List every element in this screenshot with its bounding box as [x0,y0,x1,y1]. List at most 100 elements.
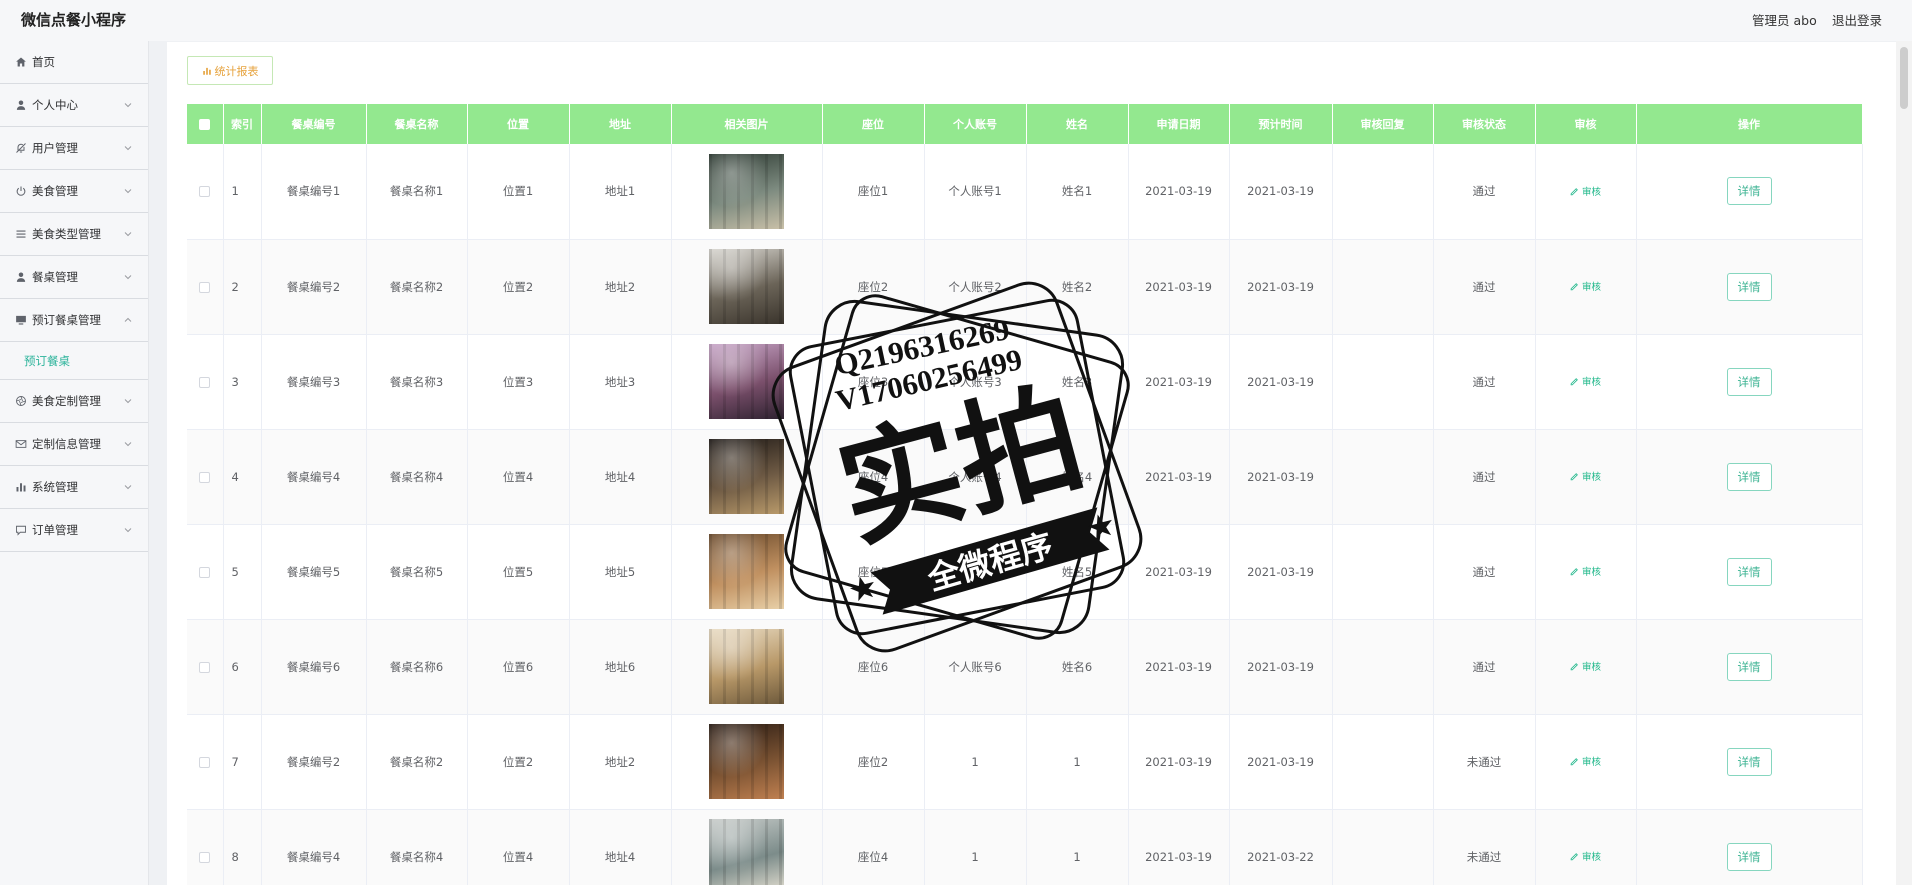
table-cell-name: 1 [1026,809,1129,885]
column-header-apply-date: 申请日期 [1128,104,1230,144]
row-checkbox[interactable] [199,376,211,388]
table-cell-action: 详情 [1636,524,1863,620]
table-cell-position: 位置2 [467,239,570,335]
table-cell-expected-time: 2021-03-19 [1229,144,1333,240]
table-cell-seat: 座位4 [822,809,925,885]
row-checkbox[interactable] [199,756,211,768]
audit-link[interactable]: 审核 [1570,849,1601,863]
table-cell-reply [1332,714,1434,810]
table-cell-table-no: 餐桌编号5 [261,524,367,620]
row-checkbox[interactable] [199,566,211,578]
audit-label: 审核 [1581,377,1601,389]
sidebar-item-food-custom-management[interactable]: 美食定制管理 [0,380,148,423]
detail-button[interactable]: 详情 [1726,652,1772,681]
row-checkbox[interactable] [199,851,211,863]
audit-label: 审核 [1581,282,1601,294]
sidebar-item-personal-center[interactable]: 个人中心 [0,84,148,127]
table-cell-audit: 审核 [1535,429,1637,525]
table-cell-seat: 座位1 [822,144,925,240]
select-all-checkbox[interactable] [199,119,211,130]
user-icon [15,271,27,283]
table-cell-table-name: 餐桌名称2 [366,714,468,810]
sidebar-item-label: 个人中心 [32,98,78,112]
table-cell-action: 详情 [1636,144,1863,240]
table-cell-status: 通过 [1433,144,1536,240]
audit-link[interactable]: 审核 [1570,564,1601,578]
detail-button[interactable]: 详情 [1726,557,1772,586]
audit-link[interactable]: 审核 [1570,374,1601,388]
table-cell-table-name: 餐桌名称1 [366,144,468,240]
statistics-report-button[interactable]: 统计报表 [187,56,273,85]
user-icon [15,99,27,111]
sidebar-item-reservation-management[interactable]: 预订餐桌管理 [0,299,148,342]
detail-button[interactable]: 详情 [1726,367,1772,396]
sidebar: 首页 个人中心 用户管理 美食管理 美食类型管理 餐桌管理 预订餐桌管理 预订餐… [0,41,149,885]
column-header-seat: 座位 [822,104,925,144]
audit-link[interactable]: 审核 [1570,754,1601,768]
sidebar-item-label: 定制信息管理 [32,437,101,451]
detail-button[interactable]: 详情 [1726,842,1772,871]
scrollbar-thumb[interactable] [1900,47,1908,109]
table-cell-action: 详情 [1636,429,1863,525]
table-cell-address: 地址6 [569,619,672,715]
sidebar-subitem-reservation-table[interactable]: 预订餐桌 [0,342,148,380]
edit-icon [1570,852,1578,861]
table-cell-select [187,619,224,715]
audit-link[interactable]: 审核 [1570,469,1601,483]
table-cell-table-no: 餐桌编号2 [261,714,367,810]
table-image [709,724,784,799]
menu-icon [15,228,27,240]
table-cell-seat: 座位4 [822,429,925,525]
aperture-icon [15,395,27,407]
sidebar-item-order-management[interactable]: 订单管理 [0,509,148,552]
table-cell-reply [1332,429,1434,525]
table-cell-table-no: 餐桌编号4 [261,809,367,885]
table-row: 3 餐桌编号3 餐桌名称3 位置3 地址3 座位3 个人账号3 姓名3 2021-03-19 20… [187,334,1863,430]
sidebar-item-table-management[interactable]: 餐桌管理 [0,256,148,299]
table-cell-position: 位置6 [467,619,570,715]
row-checkbox[interactable] [199,471,211,483]
table-image [709,629,784,704]
sidebar-item-food-type-management[interactable]: 美食类型管理 [0,213,148,256]
detail-button[interactable]: 详情 [1726,747,1772,776]
logout-link[interactable]: 退出登录 [1832,0,1882,41]
table-cell-address: 地址4 [569,429,672,525]
table-cell-position: 位置4 [467,429,570,525]
chevron-down-icon [123,229,133,239]
table-cell-image [671,334,823,430]
sidebar-item-label: 餐桌管理 [32,270,78,284]
detail-button[interactable]: 详情 [1726,462,1772,491]
chevron-up-icon [123,315,133,325]
table-cell-action: 详情 [1636,809,1863,885]
row-checkbox[interactable] [199,186,211,198]
audit-link[interactable]: 审核 [1570,184,1601,198]
table-cell-table-no: 餐桌编号3 [261,334,367,430]
sidebar-item-food-management[interactable]: 美食管理 [0,170,148,213]
current-user-label: 管理员 abo [1752,13,1817,28]
table-image [709,439,784,514]
row-checkbox[interactable] [199,661,211,673]
sidebar-item-custom-info-management[interactable]: 定制信息管理 [0,423,148,466]
table-cell-audit: 审核 [1535,144,1637,240]
sidebar-item-home[interactable]: 首页 [0,41,148,84]
sidebar-item-user-management[interactable]: 用户管理 [0,127,148,170]
statistics-report-label: 统计报表 [214,64,259,78]
sidebar-item-system-management[interactable]: 系统管理 [0,466,148,509]
bell-off-icon [15,142,27,154]
main-content: 统计报表 索引 餐桌编号 餐桌名称 位置 地址 相关图片 座位 个人账号 姓名 申请日期 预计时间审… [167,42,1896,885]
audit-link[interactable]: 审核 [1570,279,1601,293]
table-cell-apply-date: 2021-03-19 [1128,809,1230,885]
vertical-scrollbar[interactable] [1896,41,1912,885]
table-cell-name: 姓名2 [1026,239,1129,335]
detail-button[interactable]: 详情 [1726,177,1772,206]
table-cell-audit: 审核 [1535,334,1637,430]
table-cell-apply-date: 2021-03-19 [1128,524,1230,620]
detail-button[interactable]: 详情 [1726,272,1772,301]
table-cell-image [671,524,823,620]
table-cell-account: 个人账号4 [924,429,1027,525]
table-cell-status: 通过 [1433,619,1536,715]
row-checkbox[interactable] [199,281,211,293]
table-cell-select [187,144,224,240]
audit-link[interactable]: 审核 [1570,659,1601,673]
table-cell-status: 通过 [1433,524,1536,620]
